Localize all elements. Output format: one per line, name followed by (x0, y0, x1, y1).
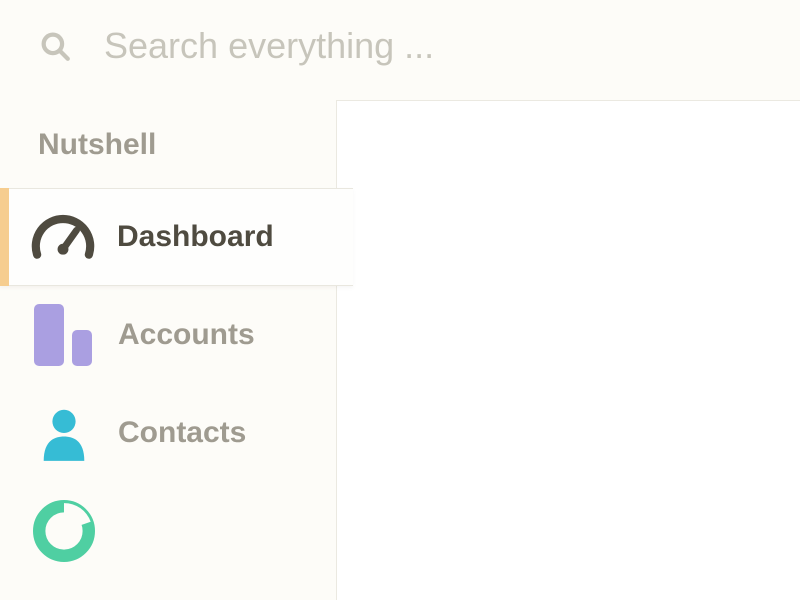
sidebar-item-label: Contacts (118, 416, 246, 450)
brand-title: Nutshell (0, 100, 336, 188)
sidebar: Nutshell Dashboard (0, 100, 336, 600)
bars-icon (24, 304, 104, 366)
sidebar-item-accounts[interactable]: Accounts (0, 286, 336, 384)
gauge-icon (23, 209, 103, 265)
search-icon (38, 29, 72, 63)
circle-progress-icon (24, 500, 104, 562)
search-bar (0, 0, 800, 82)
sidebar-item-label: Accounts (118, 318, 255, 352)
sidebar-item-pipeline[interactable] (0, 482, 336, 580)
main-content (336, 100, 800, 600)
sidebar-item-dashboard[interactable]: Dashboard (0, 188, 353, 286)
person-icon (24, 403, 104, 463)
sidebar-nav: Dashboard Accounts (0, 188, 336, 580)
sidebar-item-contacts[interactable]: Contacts (0, 384, 336, 482)
sidebar-item-label: Dashboard (117, 220, 274, 254)
search-input[interactable] (104, 25, 778, 67)
